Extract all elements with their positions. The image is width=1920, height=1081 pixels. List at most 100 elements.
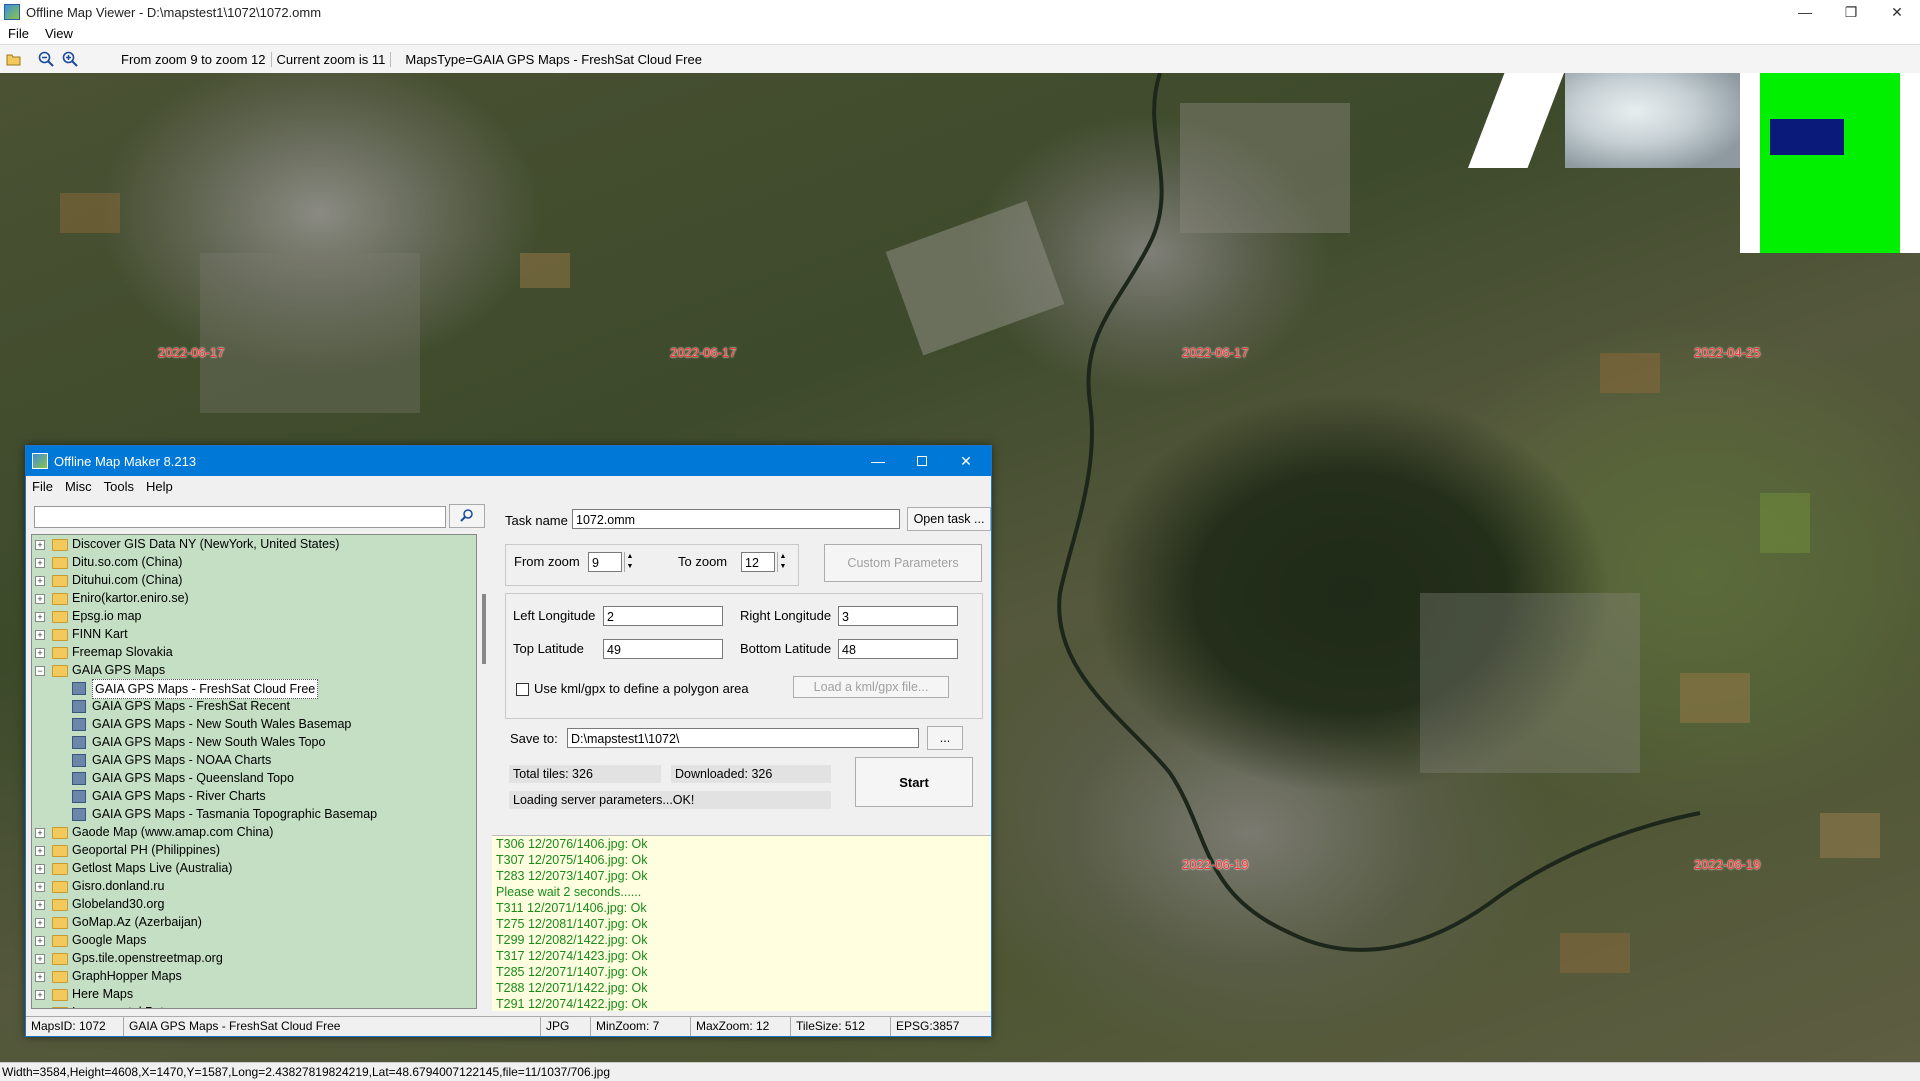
expand-icon[interactable]: + <box>35 864 45 874</box>
tree-folder-item[interactable]: + Gaode Map (www.amap.com China) <box>32 823 476 841</box>
tree-folder-item[interactable]: + Ditu.so.com (China) <box>32 553 476 571</box>
tree-scrollbar[interactable] <box>478 534 492 1007</box>
map-source-tree[interactable]: + Discover GIS Data NY (NewYork, United S… <box>31 534 477 1009</box>
tree-map-item[interactable]: GAIA GPS Maps - FreshSat Cloud Free <box>32 679 476 699</box>
use-kml-checkbox[interactable] <box>516 683 529 696</box>
tree-map-item[interactable]: GAIA GPS Maps - Tasmania Topographic Bas… <box>32 805 476 823</box>
tree-item-label: GAIA GPS Maps - Queensland Topo <box>92 771 294 785</box>
expand-icon[interactable]: + <box>35 612 45 622</box>
from-zoom-spinner-arrows[interactable]: ▲ ▼ <box>624 552 635 572</box>
bottom-latitude-input[interactable]: 48 <box>838 639 958 659</box>
right-longitude-input[interactable]: 3 <box>838 606 958 626</box>
tree-folder-item[interactable]: + Google Maps <box>32 931 476 949</box>
tree-item-label: Inageoportal Peta <box>72 1003 171 1008</box>
save-to-input[interactable]: D:\mapstest1\1072\ <box>567 728 919 748</box>
browse-button[interactable]: ... <box>927 726 963 750</box>
folder-icon <box>52 1007 68 1008</box>
expand-icon[interactable]: + <box>35 954 45 964</box>
collapse-icon[interactable]: − <box>35 666 45 676</box>
menubar: File View <box>0 24 1920 43</box>
expand-icon[interactable]: + <box>35 630 45 640</box>
start-button[interactable]: Start <box>855 757 973 807</box>
map-search-input[interactable] <box>34 506 446 528</box>
menu-view[interactable]: View <box>37 26 81 41</box>
tree-folder-item[interactable]: + Geoportal PH (Philippines) <box>32 841 476 859</box>
tree-map-item[interactable]: GAIA GPS Maps - River Charts <box>32 787 476 805</box>
tree-folder-item[interactable]: − GAIA GPS Maps <box>32 661 476 679</box>
tree-folder-item[interactable]: + Gps.tile.openstreetmap.org <box>32 949 476 967</box>
expand-icon[interactable]: + <box>35 990 45 1000</box>
tree-item-label: Google Maps <box>72 933 147 947</box>
tree-folder-item[interactable]: + GraphHopper Maps <box>32 967 476 985</box>
tree-folder-item[interactable]: + Epsg.io map <box>32 607 476 625</box>
expand-icon[interactable]: + <box>35 972 45 982</box>
dialog-minimize-button[interactable]: — <box>856 446 900 476</box>
tree-map-item[interactable]: GAIA GPS Maps - FreshSat Recent <box>32 697 476 715</box>
tree-item-label: GAIA GPS Maps <box>72 663 166 677</box>
dialog-menu-file[interactable]: File <box>26 479 59 494</box>
expand-icon[interactable]: + <box>35 900 45 910</box>
expand-icon[interactable]: + <box>35 1008 45 1009</box>
map-layer-icon <box>72 700 86 713</box>
tree-item-label: Gps.tile.openstreetmap.org <box>72 951 223 965</box>
tree-folder-item[interactable]: + Inageoportal Peta <box>32 1003 476 1009</box>
to-zoom-spinner[interactable]: 12 <box>741 552 775 572</box>
tree-map-item[interactable]: GAIA GPS Maps - Queensland Topo <box>32 769 476 787</box>
expand-icon[interactable]: + <box>35 558 45 568</box>
zoom-out-icon[interactable] <box>36 49 56 69</box>
load-kml-button[interactable]: Load a kml/gpx file... <box>793 676 949 698</box>
dialog-close-button[interactable]: ✕ <box>944 446 988 476</box>
zoom-in-icon[interactable] <box>60 49 80 69</box>
left-longitude-input[interactable]: 2 <box>603 606 723 626</box>
folder-open-icon[interactable] <box>4 49 24 69</box>
tree-folder-item[interactable]: + Here Maps <box>32 985 476 1003</box>
overview-map[interactable] <box>1740 73 1920 253</box>
open-task-button[interactable]: Open task ... <box>907 507 991 531</box>
tree-map-item[interactable]: GAIA GPS Maps - New South Wales Topo <box>32 733 476 751</box>
menu-file[interactable]: File <box>0 26 37 41</box>
tree-folder-item[interactable]: + FINN Kart <box>32 625 476 643</box>
tree-map-item[interactable]: GAIA GPS Maps - New South Wales Basemap <box>32 715 476 733</box>
tree-folder-item[interactable]: + Discover GIS Data NY (NewYork, United S… <box>32 535 476 553</box>
expand-icon[interactable]: + <box>35 882 45 892</box>
tree-map-item[interactable]: GAIA GPS Maps - NOAA Charts <box>32 751 476 769</box>
tree-scrollbar-thumb[interactable] <box>482 594 486 664</box>
expand-icon[interactable]: + <box>35 648 45 658</box>
overview-viewport-indicator[interactable] <box>1770 119 1844 155</box>
expand-icon[interactable]: + <box>35 918 45 928</box>
folder-icon <box>52 953 68 965</box>
dialog-menu-tools[interactable]: Tools <box>98 479 140 494</box>
top-latitude-input[interactable]: 49 <box>603 639 723 659</box>
custom-parameters-button[interactable]: Custom Parameters <box>824 544 982 582</box>
expand-icon[interactable]: + <box>35 594 45 604</box>
expand-icon[interactable]: + <box>35 936 45 946</box>
dialog-menu-misc[interactable]: Misc <box>59 479 98 494</box>
minimize-button[interactable]: — <box>1782 0 1828 24</box>
expand-icon[interactable]: + <box>35 576 45 586</box>
tree-folder-item[interactable]: + Globeland30.org <box>32 895 476 913</box>
folder-icon <box>52 935 68 947</box>
tree-folder-item[interactable]: + Eniro(kartor.eniro.se) <box>32 589 476 607</box>
dialog-maximize-button[interactable] <box>900 446 944 476</box>
expand-icon[interactable]: + <box>35 540 45 550</box>
tree-folder-item[interactable]: + Getlost Maps Live (Australia) <box>32 859 476 877</box>
task-name-input[interactable]: 1072.omm <box>572 509 900 529</box>
dialog-menu-help[interactable]: Help <box>140 479 179 494</box>
tree-folder-item[interactable]: + Freemap Slovakia <box>32 643 476 661</box>
tree-folder-item[interactable]: + GoMap.Az (Azerbaijan) <box>32 913 476 931</box>
to-zoom-spinner-arrows[interactable]: ▲ ▼ <box>777 552 788 572</box>
tree-item-label: GAIA GPS Maps - New South Wales Topo <box>92 735 326 749</box>
overview-coverage <box>1760 73 1900 253</box>
close-button[interactable]: ✕ <box>1874 0 1920 24</box>
offline-map-maker-dialog: Offline Map Maker 8.213 — ✕ File Misc To… <box>25 445 992 1037</box>
search-button[interactable] <box>449 504 485 528</box>
dialog-titlebar: Offline Map Maker 8.213 — ✕ <box>26 446 991 476</box>
from-zoom-spinner[interactable]: 9 <box>588 552 622 572</box>
expand-icon[interactable]: + <box>35 846 45 856</box>
download-log: T306 12/2076/1406.jpg: Ok T307 12/2075/14… <box>492 835 991 1011</box>
tree-folder-item[interactable]: + Dituhui.com (China) <box>32 571 476 589</box>
maximize-button[interactable]: ❐ <box>1828 0 1874 24</box>
window-title: Offline Map Viewer - D:\mapstest1\1072\1… <box>26 4 322 20</box>
expand-icon[interactable]: + <box>35 828 45 838</box>
tree-folder-item[interactable]: + Gisro.donland.ru <box>32 877 476 895</box>
